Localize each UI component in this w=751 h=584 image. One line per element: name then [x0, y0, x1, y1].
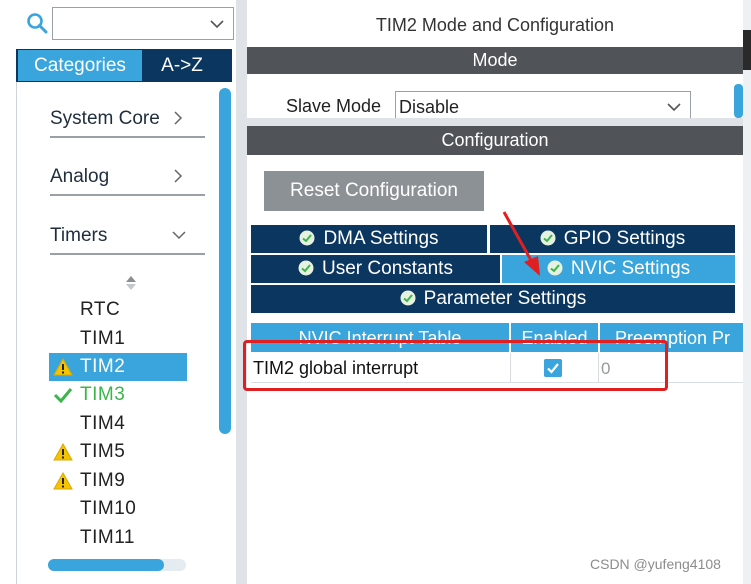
tab-parameter-settings[interactable]: Parameter Settings: [251, 285, 735, 313]
tab-label: User Constants: [322, 258, 453, 279]
chevron-down-icon: [667, 103, 681, 112]
timer-label: TIM1: [80, 328, 126, 349]
timer-item-tim9[interactable]: TIM9: [49, 467, 187, 495]
slave-mode-label: Slave Mode: [286, 96, 382, 116]
check-circle-icon: [547, 260, 563, 276]
tab-dma-settings[interactable]: DMA Settings: [251, 225, 487, 253]
tab-label: GPIO Settings: [563, 228, 686, 249]
timer-item-tim4[interactable]: TIM4: [49, 410, 187, 438]
timer-label: TIM5: [80, 441, 126, 462]
checkmark-icon: [53, 388, 73, 404]
timer-item-tim10[interactable]: TIM10: [49, 495, 187, 523]
timer-item-rtc[interactable]: RTC: [49, 296, 187, 324]
page-title: TIM2 Mode and Configuration: [375, 15, 615, 35]
timer-label: TIM4: [80, 413, 126, 434]
mode-section-header[interactable]: Mode: [247, 47, 743, 74]
section-splitter[interactable]: [247, 118, 743, 126]
annotation-arrow-icon: [502, 211, 540, 276]
warning-icon: [53, 443, 73, 461]
timer-label: TIM10: [80, 498, 137, 519]
watermark: CSDN @yufeng4108: [590, 556, 721, 572]
category-system-core[interactable]: System Core: [50, 102, 205, 138]
annotation-highlight-box: [243, 340, 668, 391]
reset-configuration-button[interactable]: Reset Configuration: [264, 171, 484, 211]
check-circle-icon: [299, 230, 315, 246]
app-window: Categories A->Z System Core Analog Timer…: [0, 0, 751, 584]
timer-label: TIM3: [80, 384, 126, 405]
slave-mode-select[interactable]: Disable: [395, 91, 691, 121]
right-edge-scrollbar-thumb[interactable]: [743, 30, 751, 70]
left-horizontal-scrollbar-thumb[interactable]: [48, 559, 164, 571]
timer-label: TIM11: [80, 527, 135, 548]
category-label: Analog: [50, 166, 110, 187]
timer-label: TIM9: [80, 470, 126, 491]
timer-item-tim3[interactable]: TIM3: [49, 381, 187, 409]
tab-a-to-z[interactable]: A->Z: [146, 50, 218, 81]
chevron-right-icon: [174, 169, 183, 183]
left-vertical-scrollbar[interactable]: [219, 88, 231, 434]
tab-categories[interactable]: Categories: [18, 50, 142, 81]
check-circle-icon: [298, 260, 314, 276]
timer-item-tim1[interactable]: TIM1: [49, 325, 187, 353]
configuration-section-header[interactable]: Configuration: [247, 126, 743, 155]
warning-icon: [53, 358, 73, 376]
timer-item-tim11[interactable]: TIM11: [49, 524, 187, 552]
slave-mode-value: Disable: [399, 97, 460, 117]
category-timers[interactable]: Timers: [50, 219, 205, 255]
tab-user-constants[interactable]: User Constants: [251, 255, 500, 283]
chevron-down-icon[interactable]: [209, 16, 225, 32]
search-icon[interactable]: [26, 12, 48, 34]
sort-icon[interactable]: [125, 274, 137, 292]
check-circle-icon: [400, 290, 416, 306]
panel-divider[interactable]: [236, 0, 247, 584]
chevron-right-icon: [174, 111, 183, 125]
search-combobox[interactable]: [52, 7, 234, 40]
category-analog[interactable]: Analog: [50, 160, 205, 196]
timer-item-tim2[interactable]: TIM2: [49, 353, 187, 381]
timer-label: RTC: [80, 299, 121, 320]
warning-icon: [53, 472, 73, 490]
category-label: Timers: [50, 225, 108, 246]
category-label: System Core: [50, 108, 160, 129]
right-edge-scrollbar[interactable]: [743, 0, 751, 584]
tab-label: Parameter Settings: [423, 288, 587, 309]
tab-label: NVIC Settings: [570, 258, 691, 279]
timer-item-tim5[interactable]: TIM5: [49, 438, 187, 466]
tab-label: DMA Settings: [323, 228, 439, 249]
mode-scrollbar[interactable]: [734, 84, 743, 118]
chevron-down-icon: [172, 231, 186, 240]
timer-label: TIM2: [80, 356, 126, 377]
